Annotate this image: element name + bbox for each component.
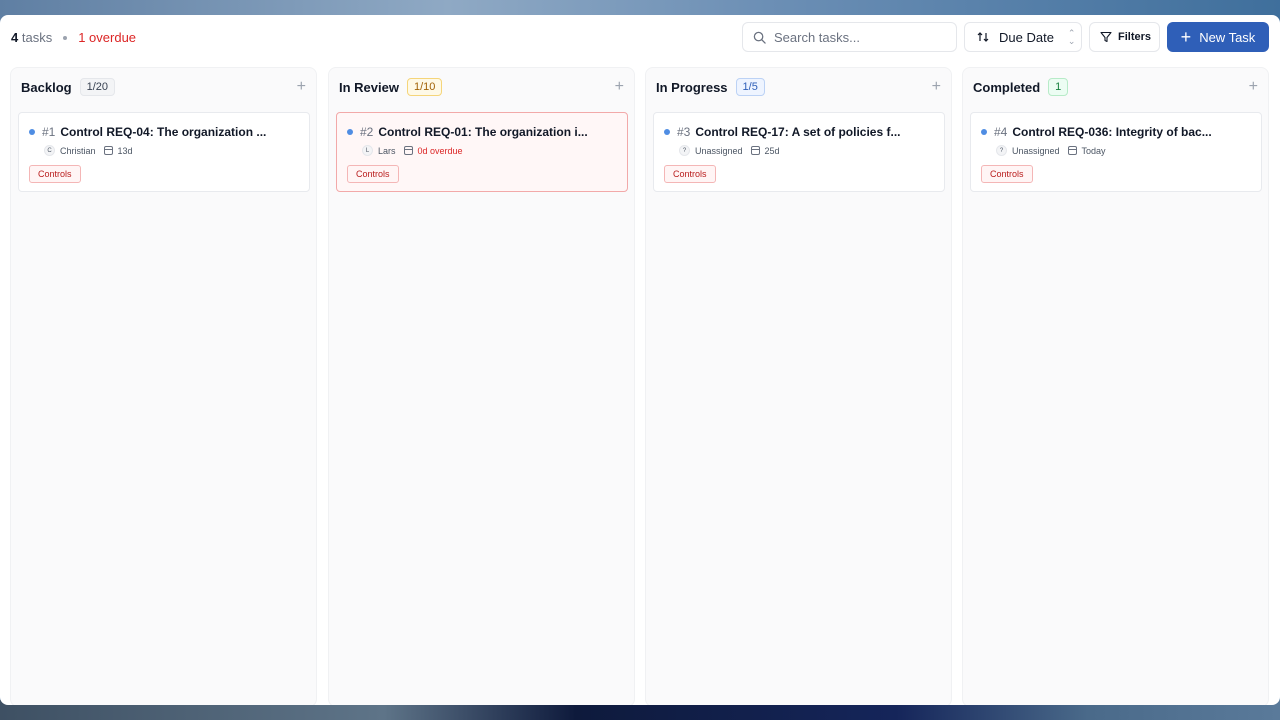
task-card[interactable]: #4 Control REQ-036: Integrity of bac... …: [970, 112, 1262, 192]
card-title-row: #1 Control REQ-04: The organization ...: [29, 125, 299, 139]
filter-icon: [1100, 31, 1112, 43]
separator-dot: [63, 35, 68, 40]
filters-button[interactable]: Filters: [1089, 22, 1160, 52]
new-task-label: New Task: [1199, 29, 1256, 45]
task-number: #3: [677, 125, 691, 139]
tag-badge: Controls: [664, 165, 716, 183]
column-title: Completed: [973, 79, 1041, 95]
filters-label: Filters: [1118, 31, 1152, 43]
chevron-updown-icon: ⌃ ⌄: [1067, 28, 1076, 46]
toolbar: 4 tasks 1 overdue Due Date ⌃⌄ Filters: [0, 15, 1280, 60]
column-count-badge: 1/5: [735, 78, 765, 96]
column-in-review: In Review 1/10 + #2 Control REQ-01: The …: [328, 67, 635, 705]
column-count-badge: 1/20: [79, 78, 115, 96]
sort-label: Due Date: [999, 29, 1054, 45]
calendar-icon: [103, 146, 113, 155]
task-board-window: 4 tasks 1 overdue Due Date ⌃⌄ Filters: [0, 15, 1280, 705]
search-icon: [753, 31, 766, 44]
card-meta: C Christian 13d: [44, 145, 133, 156]
card-title-row: #4 Control REQ-036: Integrity of bac...: [981, 125, 1251, 139]
assignee-name: Unassigned: [1012, 145, 1060, 156]
column-count-badge: 1: [1048, 78, 1069, 96]
add-task-icon[interactable]: +: [297, 79, 306, 95]
task-title: Control REQ-036: Integrity of bac...: [1012, 125, 1212, 139]
overdue-count: 1 overdue: [78, 30, 137, 45]
due-date: 13d: [117, 145, 133, 156]
calendar-icon: [403, 146, 413, 155]
task-summary: 4 tasks 1 overdue: [11, 30, 136, 45]
assignee-name: Christian: [60, 145, 96, 156]
assignee-name: Unassigned: [695, 145, 743, 156]
priority-dot-icon: [29, 129, 35, 135]
column-title: In Progress: [656, 79, 728, 95]
assignee-name: Lars: [378, 145, 396, 156]
priority-dot-icon: [664, 129, 670, 135]
calendar-icon: [1067, 146, 1077, 155]
plus-icon: +: [1180, 27, 1192, 47]
task-number: #2: [360, 125, 374, 139]
tag-badge: Controls: [347, 165, 399, 183]
column-completed: Completed 1 + #4 Control REQ-036: Integr…: [962, 67, 1269, 705]
column-header: Backlog 1/20 +: [21, 77, 306, 97]
avatar: L: [362, 145, 373, 156]
due-date: Today: [1081, 145, 1106, 156]
add-task-icon[interactable]: +: [1249, 79, 1258, 95]
card-title-row: #2 Control REQ-01: The organization i...: [347, 125, 617, 139]
column-header: In Progress 1/5 +: [656, 77, 941, 97]
sort-dropdown[interactable]: Due Date ⌃ ⌄: [964, 22, 1082, 52]
sort-icon: [977, 32, 989, 42]
column-backlog: Backlog 1/20 + #1 Control REQ-04: The or…: [10, 67, 317, 705]
task-title: Control REQ-04: The organization ...: [60, 125, 267, 139]
search-box[interactable]: [742, 22, 957, 52]
column-count-badge: 1/10: [406, 78, 443, 96]
column-header: Completed 1 +: [973, 77, 1258, 97]
priority-dot-icon: [981, 129, 987, 135]
task-title: Control REQ-01: The organization i...: [378, 125, 588, 139]
card-title-row: #3 Control REQ-17: A set of policies f..…: [664, 125, 934, 139]
avatar: ?: [679, 145, 690, 156]
column-in-progress: In Progress 1/5 + #3 Control REQ-17: A s…: [645, 67, 952, 705]
avatar: ?: [996, 145, 1007, 156]
task-number: #1: [42, 125, 56, 139]
avatar: C: [44, 145, 55, 156]
task-card[interactable]: #2 Control REQ-01: The organization i...…: [336, 112, 628, 192]
add-task-icon[interactable]: +: [615, 79, 624, 95]
column-title: In Review: [339, 79, 399, 95]
due-date: 0d overdue: [417, 145, 463, 156]
card-meta: ? Unassigned Today: [996, 145, 1106, 156]
new-task-button[interactable]: + New Task: [1167, 22, 1269, 52]
card-meta: ? Unassigned 25d: [679, 145, 780, 156]
add-task-icon[interactable]: +: [932, 79, 941, 95]
tag-badge: Controls: [981, 165, 1033, 183]
search-input[interactable]: [774, 29, 944, 45]
column-title: Backlog: [21, 79, 72, 95]
column-header: In Review 1/10 +: [339, 77, 624, 97]
tasks-word: tasks: [21, 30, 53, 45]
due-date: 25d: [764, 145, 780, 156]
task-card[interactable]: #1 Control REQ-04: The organization ... …: [18, 112, 310, 192]
task-card[interactable]: #3 Control REQ-17: A set of policies f..…: [653, 112, 945, 192]
tag-badge: Controls: [29, 165, 81, 183]
calendar-icon: [750, 146, 760, 155]
task-count: 4: [11, 30, 19, 45]
task-number: #4: [994, 125, 1008, 139]
card-meta: L Lars 0d overdue: [362, 145, 463, 156]
priority-dot-icon: [347, 129, 353, 135]
task-title: Control REQ-17: A set of policies f...: [695, 125, 901, 139]
